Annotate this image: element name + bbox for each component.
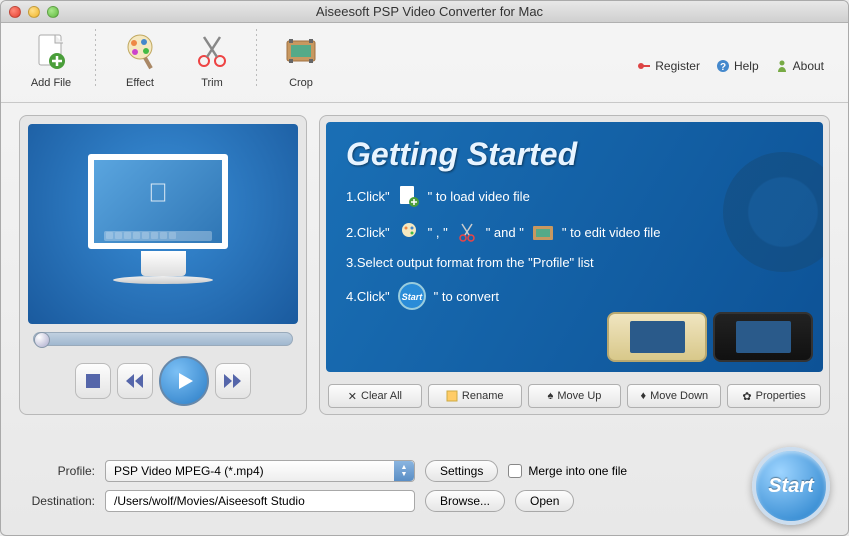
- about-link[interactable]: About: [775, 59, 824, 73]
- destination-field[interactable]: /Users/wolf/Movies/Aiseesoft Studio: [105, 490, 415, 512]
- preview-panel: [19, 115, 307, 415]
- window-title: Aiseesoft PSP Video Converter for Mac: [19, 4, 840, 19]
- move-up-button[interactable]: ♠ Move Up: [528, 384, 622, 408]
- start-button[interactable]: Start: [752, 447, 830, 525]
- step-4: 4.Click" Start " to convert: [346, 280, 803, 312]
- toolbar-separator: [95, 29, 96, 89]
- bottom-controls: Profile: PSP Video MPEG-4 (*.mp4) ▲▼ Set…: [1, 433, 848, 535]
- trim-button[interactable]: Trim: [176, 29, 248, 89]
- play-button[interactable]: [159, 356, 209, 406]
- trim-icon: [190, 29, 234, 73]
- stop-button[interactable]: [75, 363, 111, 399]
- slider-thumb[interactable]: [34, 332, 50, 348]
- psp-graphic: [607, 312, 813, 362]
- getting-started-title: Getting Started: [346, 136, 803, 173]
- app-window: Aiseesoft PSP Video Converter for Mac Ad…: [0, 0, 849, 536]
- clear-all-button[interactable]: ✕ Clear All: [328, 384, 422, 408]
- svg-text:?: ?: [720, 62, 726, 73]
- trim-mini-icon: [454, 219, 480, 245]
- main-area: Getting Started 1.Click" " to load video…: [1, 103, 848, 433]
- open-button[interactable]: Open: [515, 490, 574, 512]
- preview-screen: [28, 124, 298, 324]
- profile-label: Profile:: [19, 464, 95, 478]
- combo-arrows-icon: ▲▼: [394, 461, 414, 481]
- down-arrow-icon: ♦: [640, 390, 646, 402]
- rename-button[interactable]: Rename: [428, 384, 522, 408]
- register-icon: [637, 59, 651, 73]
- content-panel: Getting Started 1.Click" " to load video…: [319, 115, 830, 415]
- gear-icon: ✿: [742, 390, 751, 403]
- rename-icon: [446, 390, 458, 402]
- rewind-button[interactable]: [117, 363, 153, 399]
- crop-mini-icon: [530, 219, 556, 245]
- help-icon: ?: [716, 59, 730, 73]
- effect-button[interactable]: Effect: [104, 29, 176, 89]
- start-mini-icon: Start: [396, 280, 428, 312]
- up-arrow-icon: ♠: [548, 390, 554, 402]
- effect-mini-icon: [396, 219, 422, 245]
- move-down-button[interactable]: ♦ Move Down: [627, 384, 721, 408]
- action-buttons-row: ✕ Clear All Rename ♠ Move Up ♦ Move Down…: [320, 378, 829, 414]
- about-icon: [775, 59, 789, 73]
- toolbar: Add File Effect Trim Crop: [1, 23, 848, 103]
- checkbox-icon: [508, 464, 522, 478]
- clear-icon: ✕: [348, 390, 357, 403]
- properties-button[interactable]: ✿ Properties: [727, 384, 821, 408]
- step-3: 3.Select output format from the "Profile…: [346, 255, 803, 270]
- crop-icon: [279, 29, 323, 73]
- titlebar: Aiseesoft PSP Video Converter for Mac: [1, 1, 848, 23]
- register-link[interactable]: Register: [637, 59, 700, 73]
- destination-label: Destination:: [19, 494, 95, 508]
- progress-slider[interactable]: [33, 332, 293, 346]
- settings-button[interactable]: Settings: [425, 460, 498, 482]
- merge-checkbox[interactable]: Merge into one file: [508, 464, 627, 478]
- add-file-mini-icon: [396, 183, 422, 209]
- getting-started-area: Getting Started 1.Click" " to load video…: [326, 122, 823, 372]
- help-link[interactable]: ? Help: [716, 59, 759, 73]
- browse-button[interactable]: Browse...: [425, 490, 505, 512]
- crop-button[interactable]: Crop: [265, 29, 337, 89]
- profile-combobox[interactable]: PSP Video MPEG-4 (*.mp4) ▲▼: [105, 460, 415, 482]
- svg-text:Start: Start: [401, 292, 423, 302]
- add-file-button[interactable]: Add File: [15, 29, 87, 89]
- add-file-icon: [29, 29, 73, 73]
- player-controls: [75, 356, 251, 406]
- effect-icon: [118, 29, 162, 73]
- forward-button[interactable]: [215, 363, 251, 399]
- toolbar-separator: [256, 29, 257, 89]
- imac-graphic: [88, 154, 238, 294]
